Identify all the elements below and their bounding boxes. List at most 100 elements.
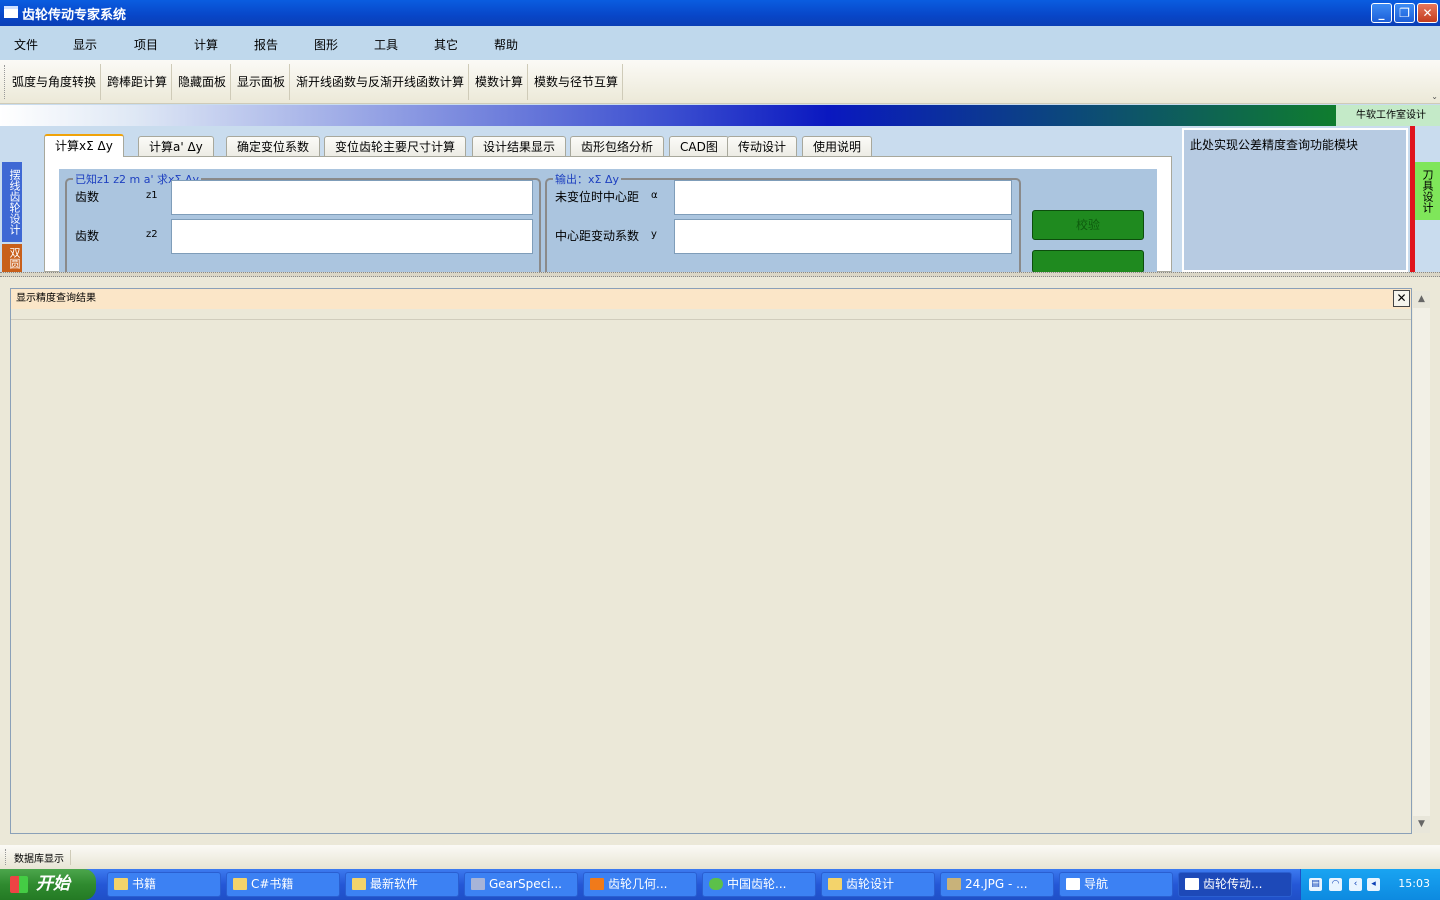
taskbar-item[interactable]: GearSpeci...	[464, 872, 578, 897]
studio-credit: 牛软工作室设计	[1336, 105, 1440, 126]
app-icon	[4, 6, 18, 18]
menu-report[interactable]: 报告	[254, 36, 278, 53]
taskbar-item[interactable]: C#书籍	[226, 872, 340, 897]
taskbar-item[interactable]: 齿轮设计	[821, 872, 935, 897]
toolbar-span-measure-button[interactable]: 跨棒距计算	[103, 64, 173, 100]
main-tab-panel: 计算xΣ Δy 计算a' Δy 确定变位系数 变位齿轮主要尺寸计算 设计结果显示…	[24, 126, 1180, 278]
toolbar-overflow-icon[interactable]: ⌄	[1431, 92, 1438, 101]
z1-label: 齿数	[75, 190, 100, 204]
tab-envelope-analysis[interactable]: 齿形包络分析	[570, 136, 665, 157]
center-distance-field[interactable]	[674, 180, 1012, 215]
menu-tools[interactable]: 工具	[374, 36, 398, 53]
expand-tray-icon[interactable]: ‹	[1349, 878, 1362, 891]
folder-icon	[233, 878, 247, 890]
keyboard-icon[interactable]: ▤	[1309, 878, 1322, 891]
secondary-green-button[interactable]	[1032, 250, 1144, 273]
toolbar: 弧度与角度转换 跨棒距计算 隐藏面板 显示面板 渐开线函数与反渐开线函数计算 模…	[0, 60, 1440, 104]
tab-calc-x-sigma[interactable]: 计算xΣ Δy	[44, 134, 124, 157]
taskbar-item[interactable]: 导航	[1059, 872, 1173, 897]
side-tab-double[interactable]: 双圆	[2, 244, 22, 272]
toolbar-radian-degree-button[interactable]: 弧度与角度转换	[8, 64, 102, 100]
tab-calc-a-dy[interactable]: 计算a' Δy	[138, 136, 214, 157]
z2-label: 齿数	[75, 229, 100, 243]
z2-input[interactable]	[171, 219, 533, 254]
left-side-tabs: 摆线齿轮设计 双圆	[0, 126, 24, 272]
menu-view[interactable]: 显示	[73, 36, 97, 53]
calc-form: 已知z1 z2 m a' 求xΣ Δy 齿数 z1 齿数 z2 输出：xΣ Δy…	[59, 169, 1157, 278]
z1-symbol: z1	[146, 190, 158, 201]
minimize-button[interactable]: _	[1371, 3, 1392, 23]
folder-icon	[352, 878, 366, 890]
browser-icon	[590, 878, 604, 890]
window-icon	[1066, 878, 1080, 890]
results-panel: 显示精度查询结果	[0, 277, 1440, 845]
maximize-button[interactable]: ❐	[1394, 3, 1415, 23]
tolerance-panel: 此处实现公差精度查询功能模块	[1182, 128, 1408, 272]
close-results-icon[interactable]: ✕	[1393, 290, 1410, 307]
banner-strip	[0, 105, 1336, 126]
window-title: 齿轮传动专家系统	[22, 8, 127, 23]
tolerance-panel-text: 此处实现公差精度查询功能模块	[1190, 138, 1359, 152]
taskbar-item[interactable]: 书籍	[107, 872, 221, 897]
title-bar: 齿轮传动专家系统 _ ❐ ✕	[0, 0, 1440, 26]
menu-help[interactable]: 帮助	[494, 36, 518, 53]
side-tab-tool-design[interactable]: 刀具设计	[1415, 162, 1440, 220]
menu-bar: 文件 显示 项目 计算 报告 图形 工具 其它 帮助	[0, 26, 1440, 60]
close-button[interactable]: ✕	[1417, 3, 1438, 23]
tab-cad[interactable]: CAD图	[669, 136, 729, 157]
toolbar-hide-panel-button[interactable]: 隐藏面板	[174, 64, 232, 100]
toolbar-involute-button[interactable]: 渐开线函数与反渐开线函数计算	[292, 64, 470, 100]
distance-coeff-field[interactable]	[674, 219, 1012, 254]
output-group-legend: 输出：xΣ Δy	[553, 171, 621, 187]
scroll-up-icon[interactable]: ▲	[1413, 291, 1430, 308]
taskbar-item-active[interactable]: 齿轮传动...	[1178, 872, 1292, 897]
folder-icon	[114, 878, 128, 890]
menu-graphics[interactable]: 图形	[314, 36, 338, 53]
browser-icon	[709, 878, 723, 890]
toolbar-module-pitch-button[interactable]: 模数与径节互算	[530, 64, 624, 100]
volume-icon[interactable]: ◂	[1367, 878, 1380, 891]
system-tray: ▤ ◠ ‹ ◂ 15:03	[1300, 869, 1440, 900]
center-distance-symbol: α	[651, 190, 658, 201]
toolbar-show-panel-button[interactable]: 显示面板	[233, 64, 291, 100]
taskbar: 开始 书籍 C#书籍 最新软件 GearSpeci... 齿轮几何... 中国齿…	[0, 869, 1440, 900]
start-button[interactable]: 开始	[0, 869, 96, 900]
tab-instructions[interactable]: 使用说明	[802, 136, 873, 157]
results-frame: 显示精度查询结果	[10, 288, 1412, 834]
output-group: 输出：xΣ Δy 未变位时中心距 α 中心距变动系数 y	[545, 171, 1021, 278]
windows-logo-icon	[10, 876, 28, 893]
status-grip	[5, 849, 8, 865]
tab-transmission-design[interactable]: 传动设计	[727, 136, 798, 157]
menu-calc[interactable]: 计算	[194, 36, 218, 53]
results-scrollbar[interactable]: ▲ ▼	[1413, 291, 1430, 833]
side-tab-cycloid[interactable]: 摆线齿轮设计	[2, 162, 22, 242]
taskbar-item[interactable]: 最新软件	[345, 872, 459, 897]
taskbar-item[interactable]: 24.JPG - ...	[940, 872, 1054, 897]
results-header: 显示精度查询结果	[11, 289, 1411, 309]
tab-modification-coeff[interactable]: 确定变位系数	[226, 136, 321, 157]
menu-file[interactable]: 文件	[14, 36, 38, 53]
image-viewer-icon	[947, 878, 961, 890]
tab-main-dimensions[interactable]: 变位齿轮主要尺寸计算	[324, 136, 467, 157]
window-icon	[1185, 878, 1199, 890]
taskbar-item[interactable]: 齿轮几何...	[583, 872, 697, 897]
z2-symbol: z2	[146, 229, 158, 240]
scroll-down-icon[interactable]: ▼	[1413, 816, 1430, 833]
database-display-label[interactable]: 数据库显示	[14, 850, 71, 865]
menu-project[interactable]: 项目	[134, 36, 158, 53]
clock[interactable]: 15:03	[1398, 877, 1430, 890]
menu-other[interactable]: 其它	[434, 36, 458, 53]
status-bar: 数据库显示	[0, 845, 1440, 869]
tab-content: 已知z1 z2 m a' 求xΣ Δy 齿数 z1 齿数 z2 输出：xΣ Δy…	[44, 156, 1172, 278]
verify-button[interactable]: 校验	[1032, 210, 1144, 240]
toolbar-grip[interactable]	[4, 65, 7, 99]
z1-input[interactable]	[171, 180, 533, 215]
distance-coeff-symbol: y	[651, 229, 657, 240]
app-icon	[471, 878, 485, 890]
wifi-icon[interactable]: ◠	[1329, 878, 1342, 891]
tab-result-display[interactable]: 设计结果显示	[472, 136, 567, 157]
distance-coeff-label: 中心距变动系数	[555, 229, 640, 243]
center-distance-label: 未变位时中心距	[555, 190, 640, 204]
taskbar-item[interactable]: 中国齿轮...	[702, 872, 816, 897]
toolbar-module-calc-button[interactable]: 模数计算	[471, 64, 529, 100]
